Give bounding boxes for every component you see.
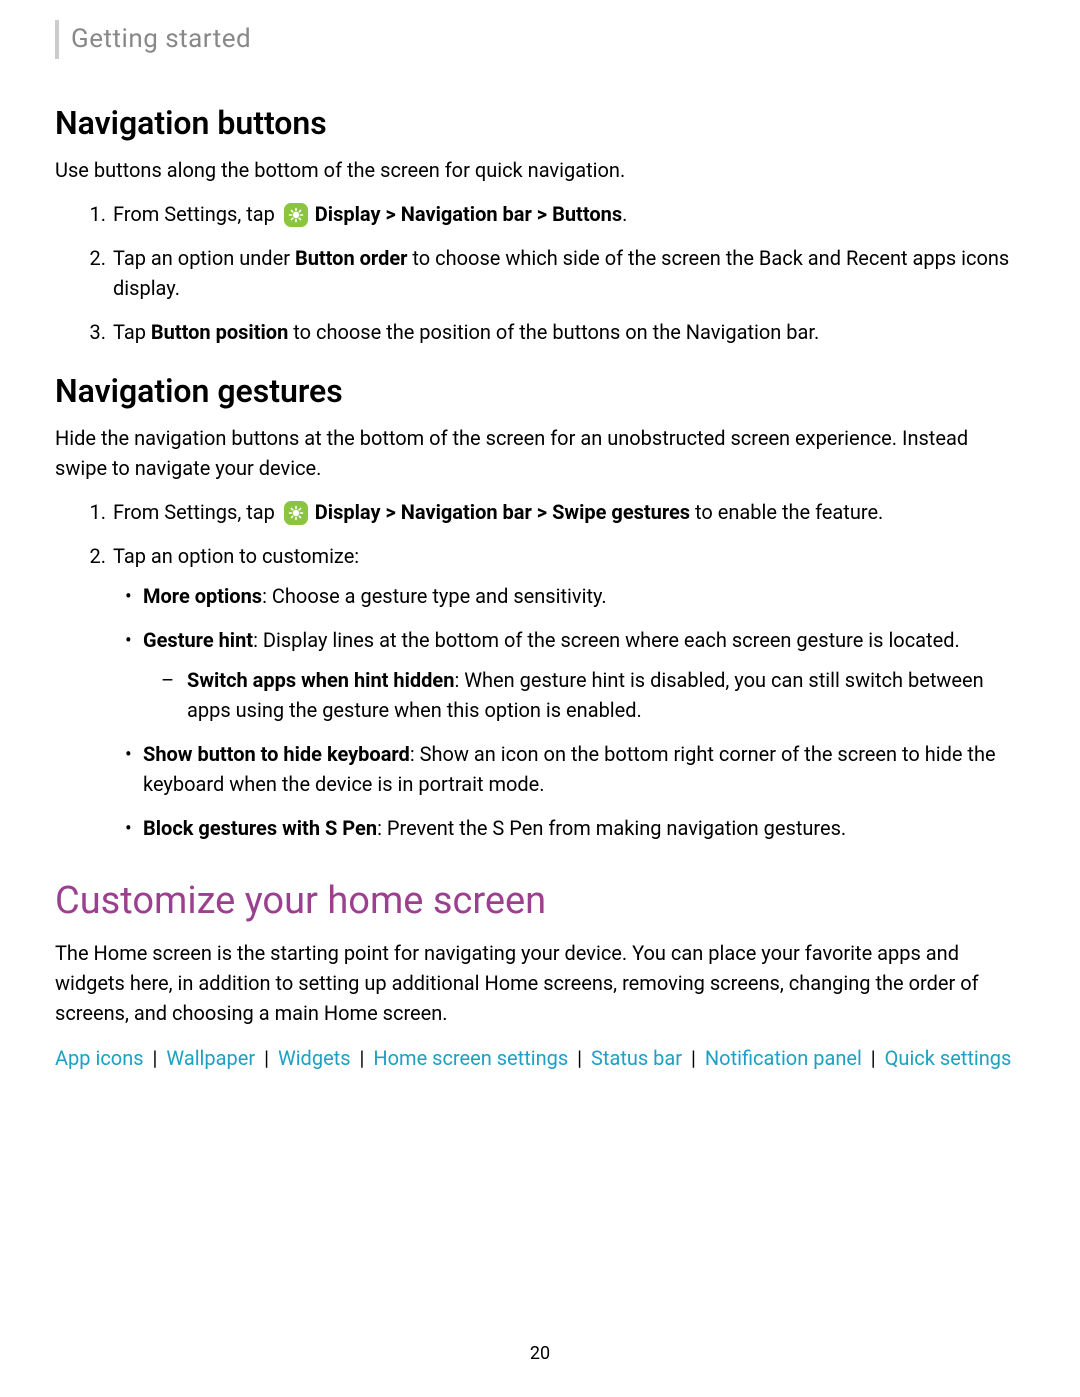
text: Tap an option under: [113, 246, 295, 270]
customize-options: More options: Choose a gesture type and …: [113, 581, 1025, 843]
text-bold: Block gestures with S Pen: [143, 816, 377, 840]
gesture-hint-sub: Switch apps when hint hidden: When gestu…: [143, 665, 1025, 725]
sep: |: [355, 1046, 370, 1070]
text: : Display lines at the bottom of the scr…: [253, 628, 960, 652]
link-home-screen-settings[interactable]: Home screen settings: [373, 1046, 568, 1070]
sep: |: [686, 1046, 701, 1070]
text-bold: Button order: [295, 246, 408, 270]
text: to choose the position of the buttons on…: [288, 320, 819, 344]
customize-intro: The Home screen is the starting point fo…: [55, 938, 1025, 1028]
text-bold: Switch apps when hint hidden: [187, 668, 454, 692]
nav-buttons-steps: From Settings, tap Display > Navigation …: [55, 199, 1025, 347]
list-item: More options: Choose a gesture type and …: [143, 581, 1025, 611]
list-item: Tap an option to customize: More options…: [111, 541, 1025, 843]
list-item: Gesture hint: Display lines at the botto…: [143, 625, 1025, 725]
text: : Prevent the S Pen from making navigati…: [377, 816, 846, 840]
page: Getting started Navigation buttons Use b…: [0, 0, 1080, 1397]
list-item: Tap an option under Button order to choo…: [111, 243, 1025, 303]
text: Tap: [113, 320, 151, 344]
nav-gestures-steps: From Settings, tap Display > Navigation …: [55, 497, 1025, 843]
page-number: 20: [0, 1340, 1080, 1367]
text-bold: Display > Navigation bar > Swipe gesture…: [315, 500, 690, 524]
link-status-bar[interactable]: Status bar: [591, 1046, 682, 1070]
heading-customize-home: Customize your home screen: [55, 873, 1025, 930]
list-item: From Settings, tap Display > Navigation …: [111, 199, 1025, 229]
text-bold: Display > Navigation bar > Buttons: [315, 202, 622, 226]
breadcrumb: Getting started: [71, 24, 251, 54]
customize-links: App icons | Wallpaper | Widgets | Home s…: [55, 1042, 1025, 1074]
text: Tap an option to customize:: [113, 544, 359, 568]
header-bar: Getting started: [55, 20, 1025, 59]
text: to enable the feature.: [690, 500, 883, 524]
heading-navigation-buttons: Navigation buttons: [55, 99, 1025, 147]
text: : Choose a gesture type and sensitivity.: [262, 584, 607, 608]
link-app-icons[interactable]: App icons: [55, 1046, 144, 1070]
text-bold: More options: [143, 584, 262, 608]
display-icon: [284, 203, 308, 227]
text-bold: Gesture hint: [143, 628, 253, 652]
sep: |: [572, 1046, 587, 1070]
list-item: Switch apps when hint hidden: When gestu…: [187, 665, 1025, 725]
link-notification-panel[interactable]: Notification panel: [705, 1046, 862, 1070]
nav-gestures-intro: Hide the navigation buttons at the botto…: [55, 423, 1025, 483]
sep: |: [259, 1046, 274, 1070]
link-wallpaper[interactable]: Wallpaper: [166, 1046, 255, 1070]
heading-navigation-gestures: Navigation gestures: [55, 367, 1025, 415]
list-item: Block gestures with S Pen: Prevent the S…: [143, 813, 1025, 843]
link-quick-settings[interactable]: Quick settings: [885, 1046, 1012, 1070]
list-item: Tap Button position to choose the positi…: [111, 317, 1025, 347]
text: From Settings, tap: [113, 202, 280, 226]
nav-buttons-intro: Use buttons along the bottom of the scre…: [55, 155, 1025, 185]
display-icon: [284, 501, 308, 525]
sep: |: [866, 1046, 881, 1070]
sep: |: [148, 1046, 163, 1070]
text-bold: Show button to hide keyboard: [143, 742, 410, 766]
text: .: [622, 202, 627, 226]
list-item: Show button to hide keyboard: Show an ic…: [143, 739, 1025, 799]
text-bold: Button position: [151, 320, 288, 344]
text: From Settings, tap: [113, 500, 280, 524]
link-widgets[interactable]: Widgets: [278, 1046, 351, 1070]
list-item: From Settings, tap Display > Navigation …: [111, 497, 1025, 527]
